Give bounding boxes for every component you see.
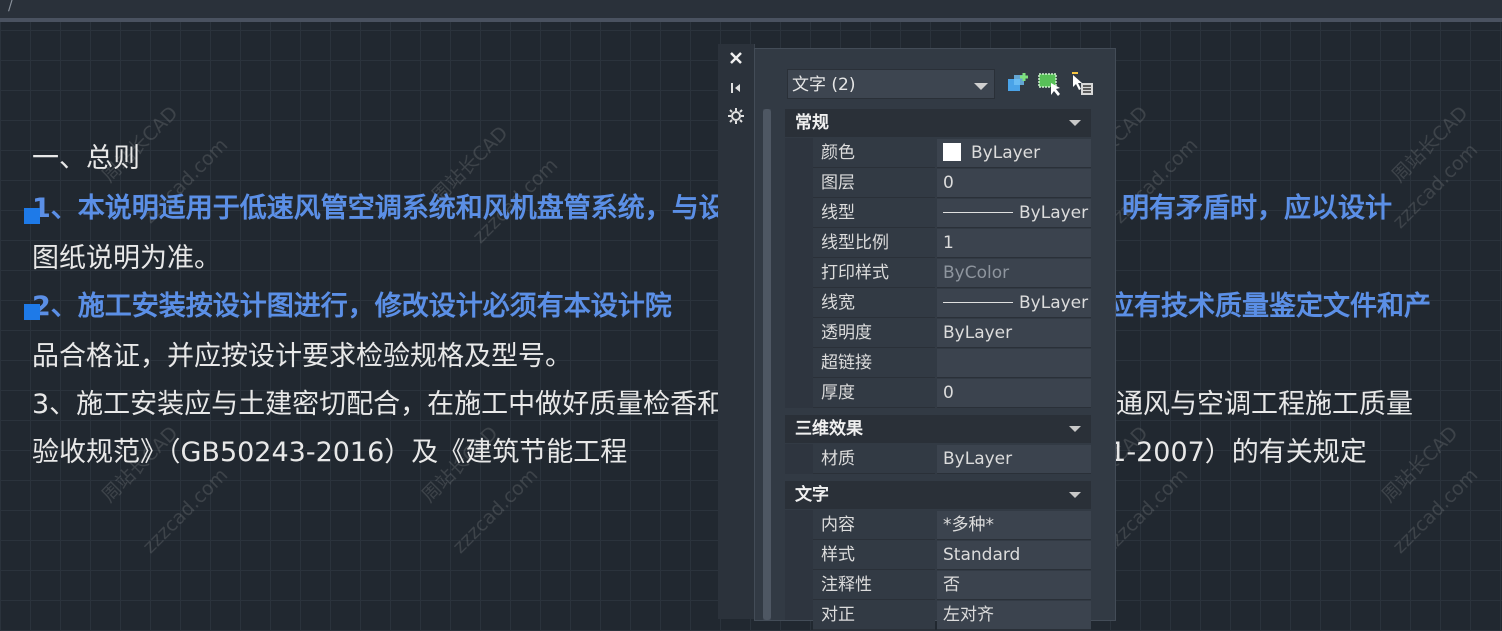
color-swatch bbox=[943, 142, 961, 161]
selected-text-line[interactable]: 应有技术质量鉴定文件和产 bbox=[1107, 284, 1431, 323]
prop-label: 对正 bbox=[813, 601, 935, 630]
auto-hide-icon[interactable] bbox=[726, 80, 746, 100]
palette-title-strip bbox=[718, 44, 755, 619]
selection-value: 文字 (2) bbox=[792, 75, 856, 95]
prop-label: 样式 bbox=[813, 541, 935, 570]
text-line: 验收规范》（GB50243-2016）及《建筑节能工程 bbox=[32, 437, 628, 468]
section-title: 常规 bbox=[795, 113, 829, 133]
text-line: 3、施工安装应与土建密切配合，在施工中做好质量检香和 bbox=[32, 389, 725, 420]
prop-label: 打印样式 bbox=[813, 259, 935, 288]
prop-row-annotative[interactable]: 注释性 否 bbox=[813, 571, 1091, 601]
prop-row-color[interactable]: 颜色 ByLayer bbox=[813, 139, 1091, 169]
selection-dropdown[interactable]: 文字 (2) bbox=[787, 69, 995, 99]
prop-value[interactable]: ByLayer bbox=[937, 139, 1091, 168]
section-title: 文字 bbox=[795, 485, 829, 505]
watermark-site: zzzcad.com bbox=[138, 464, 233, 558]
prop-label: 颜色 bbox=[813, 139, 935, 168]
prop-label: 图层 bbox=[813, 169, 935, 198]
section-3d-effects[interactable]: 三维效果 bbox=[785, 415, 1091, 443]
text-line: 图纸说明为准。 bbox=[32, 243, 221, 274]
selected-text-line[interactable]: 2、施工安装按设计图进行，修改设计必须有本设计院 bbox=[32, 284, 672, 323]
prop-row-lineweight[interactable]: 线宽 ByLayer bbox=[813, 289, 1091, 319]
prop-row-linetype[interactable]: 线型 ByLayer bbox=[813, 199, 1091, 229]
linetype-preview bbox=[943, 211, 1013, 213]
chevron-down-icon[interactable] bbox=[1069, 120, 1081, 126]
selected-text-line[interactable]: 明有矛盾时，应以设计 bbox=[1122, 186, 1392, 225]
prop-value[interactable]: Standard bbox=[937, 541, 1091, 570]
prop-label: 超链接 bbox=[813, 349, 935, 378]
prop-value[interactable] bbox=[937, 349, 1091, 378]
quick-select-icon[interactable] bbox=[1005, 71, 1031, 97]
text-line: 11-2007）的有关规定 bbox=[1092, 437, 1367, 468]
prop-label: 厚度 bbox=[813, 379, 935, 408]
section-general[interactable]: 常规 bbox=[785, 109, 1091, 137]
section-title: 三维效果 bbox=[795, 419, 863, 439]
prop-value[interactable]: *多种* bbox=[937, 511, 1091, 540]
section-text[interactable]: 文字 bbox=[785, 481, 1091, 509]
selection-grip[interactable] bbox=[24, 208, 40, 224]
prop-value-text: ByLayer bbox=[971, 143, 1041, 163]
text-line: 通风与空调工程施工质量 bbox=[1116, 389, 1413, 420]
settings-icon[interactable] bbox=[726, 108, 746, 128]
chevron-down-icon bbox=[974, 83, 988, 90]
row-gutter bbox=[785, 444, 813, 474]
prop-value[interactable]: 否 bbox=[937, 571, 1091, 600]
prop-row-linetype-scale[interactable]: 线型比例 1 bbox=[813, 229, 1091, 259]
prop-value[interactable]: ByLayer bbox=[937, 199, 1091, 228]
prop-row-material[interactable]: 材质 ByLayer bbox=[813, 445, 1091, 475]
lineweight-preview bbox=[943, 301, 1013, 303]
prop-row-style[interactable]: 样式 Standard bbox=[813, 541, 1091, 571]
prop-row-justify[interactable]: 对正 左对齐 bbox=[813, 601, 1091, 631]
prop-value[interactable]: 0 bbox=[937, 169, 1091, 198]
prop-row-transparency[interactable]: 透明度 ByLayer bbox=[813, 319, 1091, 349]
chevron-down-icon[interactable] bbox=[1069, 492, 1081, 498]
prop-label: 内容 bbox=[813, 511, 935, 540]
selected-text-line[interactable]: 1、本说明适用于低速风管空调系统和风机盘管系统，与设 bbox=[32, 186, 726, 225]
text-line: 品合格证，并应按设计要求检验规格及型号。 bbox=[32, 341, 572, 372]
palette-scrollbar[interactable] bbox=[763, 109, 771, 620]
prop-value[interactable]: 左对齐 bbox=[937, 601, 1091, 630]
close-icon[interactable] bbox=[726, 50, 746, 70]
prop-value-text: ByLayer bbox=[1019, 293, 1089, 313]
chevron-down-icon[interactable] bbox=[1069, 426, 1081, 432]
toggle-pickadd-icon[interactable] bbox=[1069, 71, 1095, 97]
selection-grip[interactable] bbox=[24, 304, 40, 320]
toolbar-glyph: / bbox=[8, 0, 13, 14]
prop-value[interactable]: 0 bbox=[937, 379, 1091, 408]
prop-row-thickness[interactable]: 厚度 0 bbox=[813, 379, 1091, 409]
prop-label: 线型 bbox=[813, 199, 935, 228]
prop-value[interactable]: ByLayer bbox=[937, 319, 1091, 348]
row-gutter bbox=[785, 138, 813, 408]
prop-value[interactable]: ByLayer bbox=[937, 289, 1091, 318]
prop-value[interactable]: ByLayer bbox=[937, 445, 1091, 474]
row-gutter bbox=[785, 510, 813, 620]
top-toolbar: / bbox=[0, 0, 1502, 18]
prop-row-layer[interactable]: 图层 0 bbox=[813, 169, 1091, 199]
prop-label: 线宽 bbox=[813, 289, 935, 318]
toolbar-divider bbox=[0, 18, 1502, 22]
select-objects-icon[interactable] bbox=[1037, 71, 1063, 97]
prop-row-contents[interactable]: 内容 *多种* bbox=[813, 511, 1091, 541]
scroll-thumb[interactable] bbox=[763, 109, 771, 620]
prop-value[interactable]: 1 bbox=[937, 229, 1091, 258]
prop-label: 材质 bbox=[813, 445, 935, 474]
prop-row-hyperlink[interactable]: 超链接 bbox=[813, 349, 1091, 379]
prop-row-plot-style[interactable]: 打印样式 ByColor bbox=[813, 259, 1091, 289]
prop-label: 透明度 bbox=[813, 319, 935, 348]
properties-palette: 文字 (2) 常规 颜色 ByLayer 图层 0 线型 ByLayer 线型比… bbox=[754, 48, 1116, 630]
heading-general: 一、总则 bbox=[32, 143, 140, 174]
prop-label: 注释性 bbox=[813, 571, 935, 600]
prop-value-text: ByLayer bbox=[1019, 203, 1089, 223]
prop-value: ByColor bbox=[937, 259, 1091, 288]
prop-label: 线型比例 bbox=[813, 229, 935, 258]
